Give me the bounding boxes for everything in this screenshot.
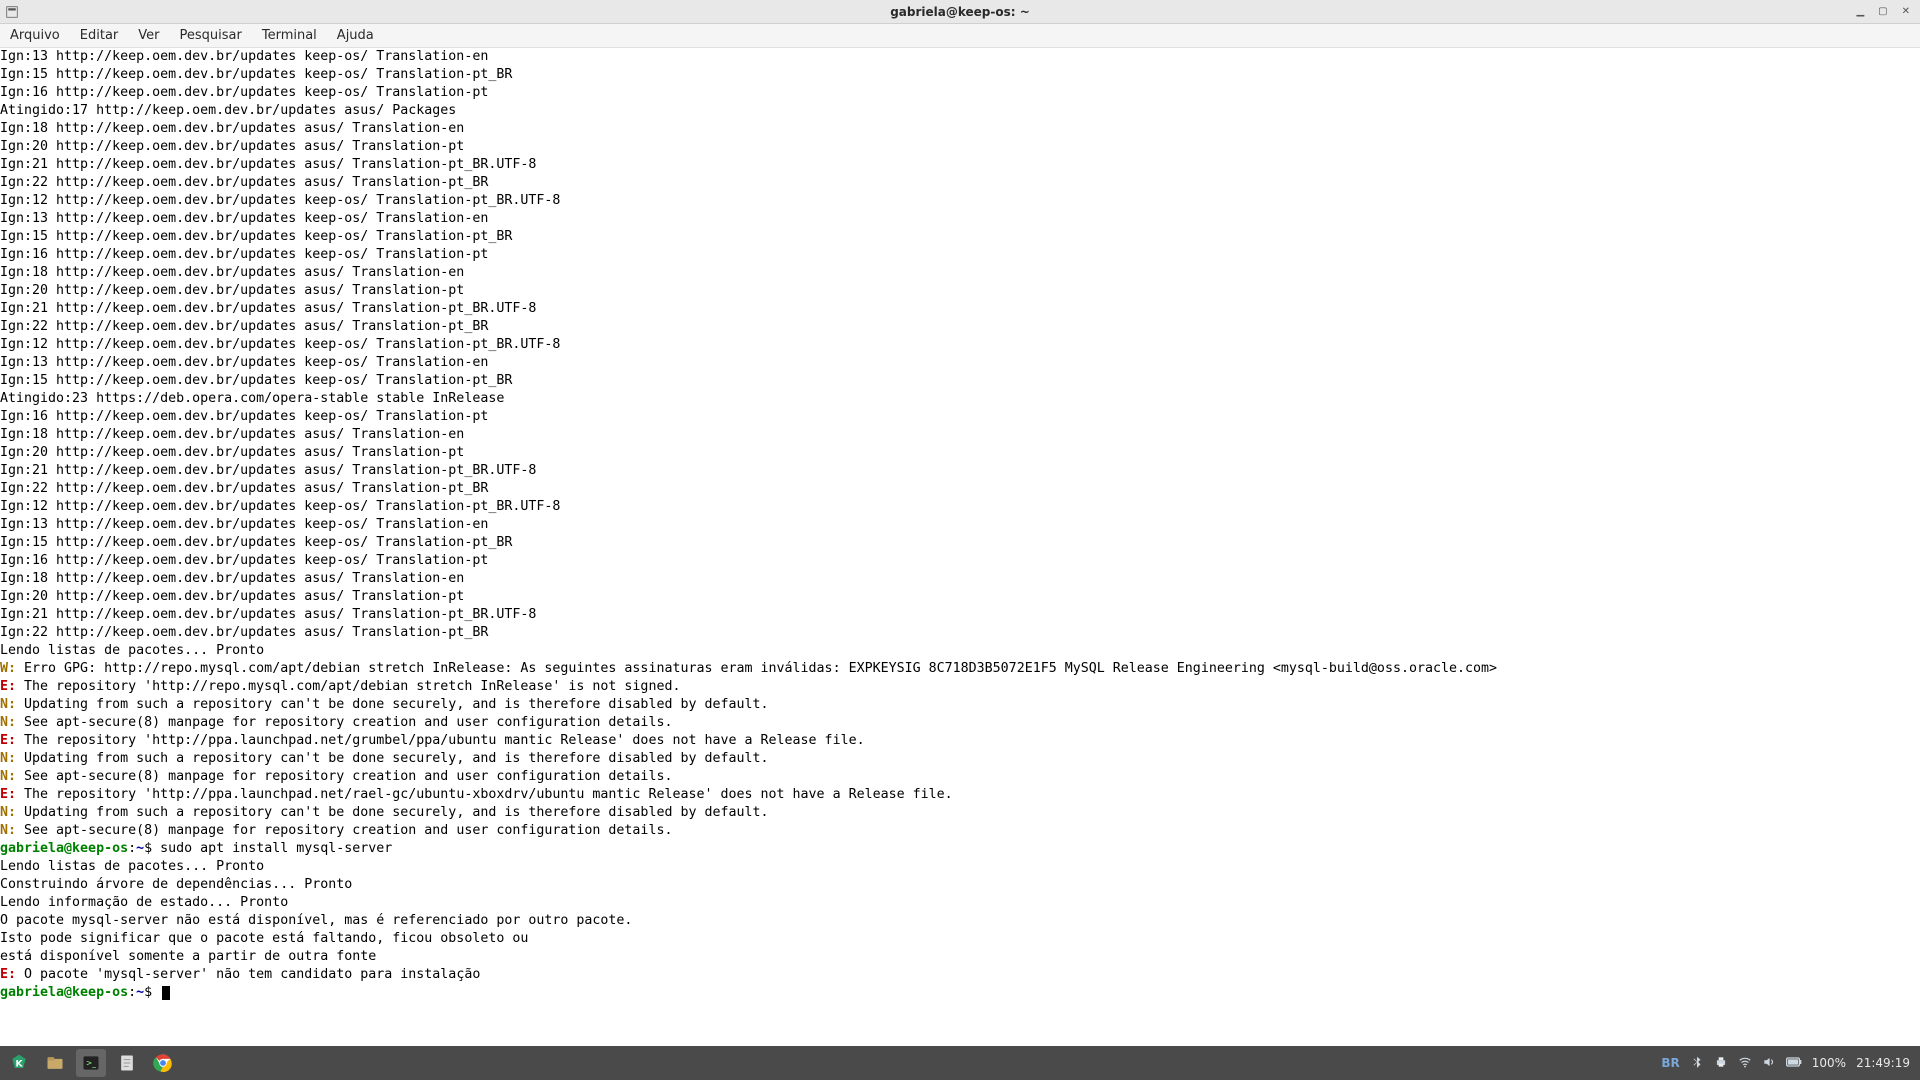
- maximize-button[interactable]: ▢: [1878, 6, 1887, 17]
- cursor: [162, 986, 170, 1000]
- svg-text:>_: >_: [86, 1059, 96, 1068]
- terminal-line: Ign:13 http://keep.oem.dev.br/updates ke…: [0, 48, 1920, 66]
- terminal-line: N: See apt-secure(8) manpage for reposit…: [0, 714, 1920, 732]
- terminal-line: Ign:21 http://keep.oem.dev.br/updates as…: [0, 300, 1920, 318]
- menu-editar[interactable]: Editar: [70, 24, 129, 47]
- terminal-line: Ign:20 http://keep.oem.dev.br/updates as…: [0, 588, 1920, 606]
- menubar: Arquivo Editar Ver Pesquisar Terminal Aj…: [0, 24, 1920, 48]
- terminal-line: E: O pacote 'mysql-server' não tem candi…: [0, 966, 1920, 984]
- terminal-line: Ign:20 http://keep.oem.dev.br/updates as…: [0, 444, 1920, 462]
- wifi-icon[interactable]: [1738, 1055, 1752, 1072]
- minimize-button[interactable]: ▁: [1856, 6, 1864, 17]
- terminal-line: Atingido:17 http://keep.oem.dev.br/updat…: [0, 102, 1920, 120]
- terminal-line: Ign:21 http://keep.oem.dev.br/updates as…: [0, 462, 1920, 480]
- terminal-line: W: Erro GPG: http://repo.mysql.com/apt/d…: [0, 660, 1920, 678]
- window-titlebar: gabriela@keep-os: ~ ▁ ▢ ✕: [0, 0, 1920, 24]
- terminal-line: Ign:12 http://keep.oem.dev.br/updates ke…: [0, 498, 1920, 516]
- start-menu-icon[interactable]: K: [4, 1049, 34, 1077]
- menu-terminal[interactable]: Terminal: [252, 24, 327, 47]
- chrome-icon[interactable]: [148, 1049, 178, 1077]
- terminal-line: Ign:18 http://keep.oem.dev.br/updates as…: [0, 570, 1920, 588]
- taskbar: K >_ BR 100% 21:49:19: [0, 1046, 1920, 1080]
- text-editor-icon[interactable]: [112, 1049, 142, 1077]
- terminal-line: E: The repository 'http://ppa.launchpad.…: [0, 786, 1920, 804]
- terminal-line: E: The repository 'http://ppa.launchpad.…: [0, 732, 1920, 750]
- terminal-line: Ign:22 http://keep.oem.dev.br/updates as…: [0, 480, 1920, 498]
- clock[interactable]: 21:49:19: [1856, 1056, 1910, 1070]
- menu-ver[interactable]: Ver: [128, 24, 169, 47]
- language-indicator[interactable]: BR: [1661, 1056, 1679, 1070]
- terminal-line: Ign:16 http://keep.oem.dev.br/updates ke…: [0, 552, 1920, 570]
- terminal-line: gabriela@keep-os:~$ sudo apt install mys…: [0, 840, 1920, 858]
- terminal-line: Ign:21 http://keep.oem.dev.br/updates as…: [0, 156, 1920, 174]
- bluetooth-icon[interactable]: [1690, 1055, 1704, 1072]
- terminal-line: Lendo informação de estado... Pronto: [0, 894, 1920, 912]
- window-title: gabriela@keep-os: ~: [0, 5, 1920, 19]
- terminal-line: Ign:20 http://keep.oem.dev.br/updates as…: [0, 282, 1920, 300]
- terminal-line: gabriela@keep-os:~$: [0, 984, 1920, 1002]
- terminal-line: Construindo árvore de dependências... Pr…: [0, 876, 1920, 894]
- menu-ajuda[interactable]: Ajuda: [327, 24, 384, 47]
- file-manager-icon[interactable]: [40, 1049, 70, 1077]
- terminal-line: Ign:16 http://keep.oem.dev.br/updates ke…: [0, 408, 1920, 426]
- battery-percent: 100%: [1812, 1056, 1846, 1070]
- terminal-line: N: See apt-secure(8) manpage for reposit…: [0, 822, 1920, 840]
- terminal-line: Atingido:23 https://deb.opera.com/opera-…: [0, 390, 1920, 408]
- terminal-line: O pacote mysql-server não está disponíve…: [0, 912, 1920, 930]
- terminal-line: Ign:18 http://keep.oem.dev.br/updates as…: [0, 426, 1920, 444]
- terminal-line: Ign:22 http://keep.oem.dev.br/updates as…: [0, 318, 1920, 336]
- terminal-line: Ign:13 http://keep.oem.dev.br/updates ke…: [0, 354, 1920, 372]
- terminal-line: E: The repository 'http://repo.mysql.com…: [0, 678, 1920, 696]
- printer-icon[interactable]: [1714, 1055, 1728, 1072]
- terminal-line: N: Updating from such a repository can't…: [0, 750, 1920, 768]
- terminal-line: Ign:15 http://keep.oem.dev.br/updates ke…: [0, 372, 1920, 390]
- terminal-line: Ign:15 http://keep.oem.dev.br/updates ke…: [0, 66, 1920, 84]
- terminal-line: N: Updating from such a repository can't…: [0, 696, 1920, 714]
- terminal-line: Ign:18 http://keep.oem.dev.br/updates as…: [0, 264, 1920, 282]
- terminal-line: Ign:15 http://keep.oem.dev.br/updates ke…: [0, 228, 1920, 246]
- terminal-task-icon[interactable]: >_: [76, 1049, 106, 1077]
- terminal-line: Ign:13 http://keep.oem.dev.br/updates ke…: [0, 210, 1920, 228]
- terminal-line: Ign:16 http://keep.oem.dev.br/updates ke…: [0, 246, 1920, 264]
- terminal-line: N: See apt-secure(8) manpage for reposit…: [0, 768, 1920, 786]
- app-icon: [0, 6, 24, 18]
- menu-arquivo[interactable]: Arquivo: [0, 24, 70, 47]
- terminal-line: está disponível somente a partir de outr…: [0, 948, 1920, 966]
- close-button[interactable]: ✕: [1902, 6, 1910, 17]
- terminal-line: Ign:22 http://keep.oem.dev.br/updates as…: [0, 174, 1920, 192]
- terminal-line: Ign:22 http://keep.oem.dev.br/updates as…: [0, 624, 1920, 642]
- terminal-output[interactable]: Ign:13 http://keep.oem.dev.br/updates ke…: [0, 48, 1920, 1046]
- terminal-line: Ign:15 http://keep.oem.dev.br/updates ke…: [0, 534, 1920, 552]
- terminal-line: Ign:12 http://keep.oem.dev.br/updates ke…: [0, 192, 1920, 210]
- svg-text:K: K: [15, 1058, 23, 1069]
- terminal-line: N: Updating from such a repository can't…: [0, 804, 1920, 822]
- terminal-line: Ign:20 http://keep.oem.dev.br/updates as…: [0, 138, 1920, 156]
- terminal-line: Isto pode significar que o pacote está f…: [0, 930, 1920, 948]
- terminal-line: Lendo listas de pacotes... Pronto: [0, 642, 1920, 660]
- terminal-line: Ign:21 http://keep.oem.dev.br/updates as…: [0, 606, 1920, 624]
- terminal-line: Ign:16 http://keep.oem.dev.br/updates ke…: [0, 84, 1920, 102]
- menu-pesquisar[interactable]: Pesquisar: [170, 24, 252, 47]
- terminal-line: Ign:12 http://keep.oem.dev.br/updates ke…: [0, 336, 1920, 354]
- terminal-line: Ign:18 http://keep.oem.dev.br/updates as…: [0, 120, 1920, 138]
- terminal-line: Lendo listas de pacotes... Pronto: [0, 858, 1920, 876]
- battery-icon[interactable]: [1786, 1056, 1802, 1071]
- volume-icon[interactable]: [1762, 1055, 1776, 1072]
- terminal-line: Ign:13 http://keep.oem.dev.br/updates ke…: [0, 516, 1920, 534]
